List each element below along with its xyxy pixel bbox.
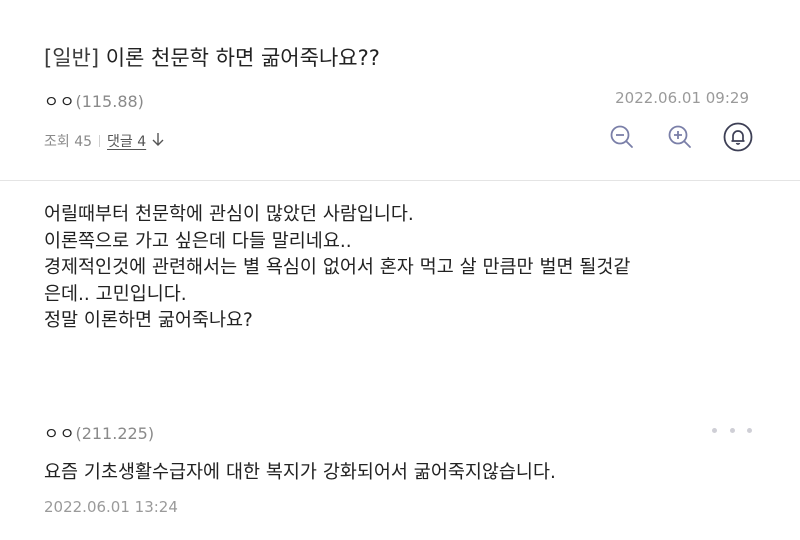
view-count: 조회 45 [44, 134, 93, 150]
post-body-line: 어릴때부터 천문학에 관심이 많았던 사람입니다. [44, 204, 414, 225]
post-author-ip: (115.88) [75, 92, 144, 111]
alarm-button[interactable] [721, 122, 755, 156]
more-dot [747, 427, 752, 433]
zoom-out-icon [609, 124, 635, 154]
bell-icon [723, 122, 753, 156]
more-dot [729, 427, 735, 433]
comment-author-ip: (211.225) [75, 424, 155, 443]
comment-text: 요즘 기초생활수급자에 대한 복지가 강화되어서 굶어죽지않습니다. [44, 462, 556, 483]
comment-author-nick: ㅇㅇ [44, 424, 76, 443]
post-meta: 조회 45 댓글 4 [44, 131, 164, 151]
zoom-in-icon [667, 124, 693, 154]
post-title-text: 이론 천문학 하면 굶어죽나요?? [105, 46, 380, 70]
zoom-out-button[interactable] [605, 122, 639, 156]
post-date: 2022.06.01 09:29 [615, 89, 749, 107]
post-body-line: 은데.. 고민입니다. [44, 283, 187, 305]
comment-author[interactable]: ㅇㅇ(211.225) [44, 420, 154, 444]
post-body-line: 이론쪽으로 가고 싶은데 다들 말리네요.. [44, 230, 352, 252]
post-title: [일반] 이론 천문학 하면 굶어죽나요?? [44, 42, 380, 72]
post-author[interactable]: ㅇㅇ(115.88) [44, 88, 144, 112]
comments-link[interactable]: 댓글 4 [107, 131, 146, 151]
arrow-down-icon[interactable] [152, 132, 164, 151]
comment-date: 2022.06.01 13:24 [44, 498, 178, 516]
post-category: [일반] [44, 46, 100, 70]
meta-divider [99, 135, 101, 147]
post-author-nick: ㅇㅇ [44, 92, 76, 111]
more-options-button[interactable] [712, 418, 752, 442]
zoom-in-button[interactable] [663, 122, 697, 156]
post-body-line: 경제적인것에 관련해서는 별 욕심이 없어서 혼자 먹고 살 만큼만 벌면 될것… [44, 257, 631, 278]
post-body: 어릴때부터 천문학에 관심이 많았던 사람입니다. 이론쪽으로 가고 싶은데 다… [44, 202, 630, 335]
post-body-line: 정말 이론하면 굶어죽나요? [44, 310, 253, 331]
header-divider [0, 180, 800, 181]
more-dot [712, 427, 717, 433]
